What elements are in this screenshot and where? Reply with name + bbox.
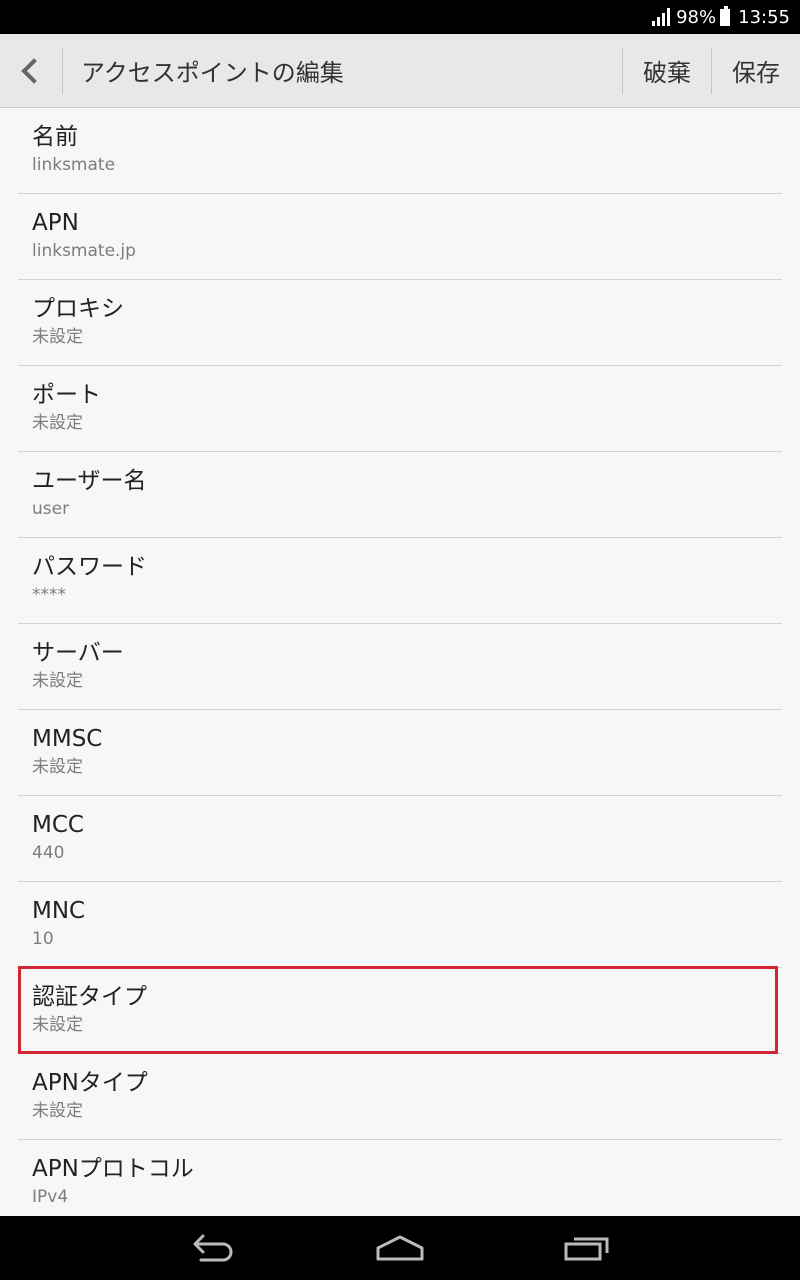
setting-value: 440	[32, 843, 65, 863]
clock: 13:55	[738, 6, 790, 28]
chevron-left-icon	[21, 57, 47, 84]
setting-password[interactable]: パスワード ****	[0, 538, 800, 624]
nav-back-button[interactable]	[168, 1223, 258, 1273]
navigation-bar	[0, 1216, 800, 1280]
nav-recents-button[interactable]	[542, 1223, 632, 1273]
setting-server[interactable]: サーバー 未設定	[0, 624, 800, 710]
setting-mcc[interactable]: MCC 440	[0, 796, 800, 882]
setting-mnc[interactable]: MNC 10	[0, 882, 800, 968]
setting-value: 10	[32, 929, 54, 949]
nav-home-button[interactable]	[355, 1223, 445, 1273]
home-icon	[376, 1235, 424, 1261]
setting-title: APNタイプ	[32, 1070, 148, 1096]
back-button[interactable]	[0, 34, 62, 108]
setting-value: linksmate.jp	[32, 241, 136, 261]
setting-apn-type[interactable]: APNタイプ 未設定	[0, 1054, 800, 1140]
signal-icon	[652, 8, 671, 26]
setting-value: 未設定	[32, 1015, 83, 1035]
setting-title: サーバー	[32, 640, 124, 666]
page-title: アクセスポイントの編集	[81, 59, 344, 87]
setting-value: 未設定	[32, 671, 83, 691]
battery-icon	[720, 5, 731, 26]
back-arrow-icon	[193, 1234, 233, 1262]
setting-title: 認証タイプ	[32, 984, 147, 1010]
setting-value: 未設定	[32, 1101, 83, 1121]
setting-auth-type[interactable]: 認証タイプ 未設定	[0, 968, 800, 1054]
setting-mmsc[interactable]: MMSC 未設定	[0, 710, 800, 796]
setting-title: MMSC	[32, 726, 103, 752]
setting-apn-protocol[interactable]: APNプロトコル IPv4	[0, 1140, 800, 1216]
setting-value: 未設定	[32, 413, 83, 433]
discard-button[interactable]: 破棄	[623, 34, 711, 108]
setting-proxy[interactable]: プロキシ 未設定	[0, 280, 800, 366]
action-bar: アクセスポイントの編集 破棄 保存	[0, 34, 800, 108]
setting-value: 未設定	[32, 757, 83, 777]
setting-value: linksmate	[32, 155, 116, 175]
setting-apn[interactable]: APN linksmate.jp	[0, 194, 800, 280]
settings-list: 名前 linksmate APN linksmate.jp プロキシ 未設定 ポ…	[0, 108, 800, 1216]
save-button[interactable]: 保存	[712, 34, 800, 108]
setting-title: プロキシ	[32, 296, 124, 322]
setting-title: 名前	[32, 124, 78, 150]
setting-title: MCC	[32, 812, 84, 838]
setting-name[interactable]: 名前 linksmate	[0, 108, 800, 194]
setting-title: ポート	[32, 382, 101, 408]
setting-title: APN	[32, 210, 79, 236]
recent-apps-icon	[564, 1237, 609, 1261]
setting-username[interactable]: ユーザー名 user	[0, 452, 800, 538]
setting-port[interactable]: ポート 未設定	[0, 366, 800, 452]
setting-value: 未設定	[32, 327, 83, 347]
battery-percent: 98%	[676, 6, 717, 28]
setting-title: ユーザー名	[32, 468, 147, 494]
setting-title: パスワード	[32, 554, 147, 580]
setting-value: ****	[32, 585, 66, 605]
setting-title: APNプロトコル	[32, 1156, 194, 1182]
setting-value: user	[32, 499, 70, 519]
status-bar: 98% 13:55	[0, 0, 800, 34]
setting-title: MNC	[32, 898, 86, 924]
setting-value: IPv4	[32, 1187, 69, 1207]
